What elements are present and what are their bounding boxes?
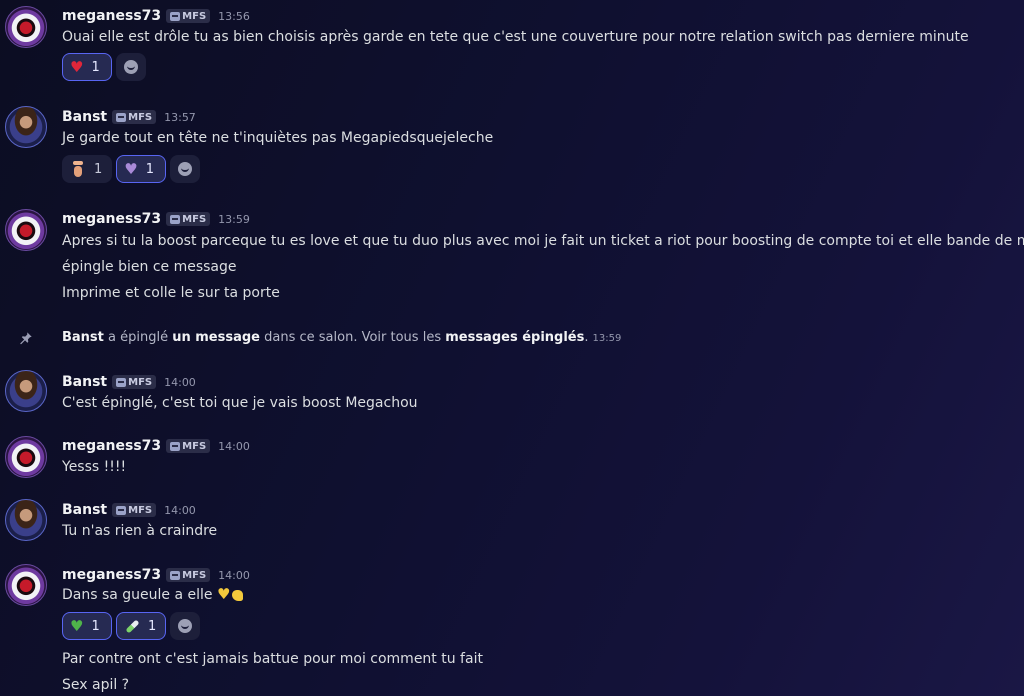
reaction-bar: ♥ 1 1 bbox=[62, 612, 201, 640]
avatar[interactable] bbox=[5, 564, 47, 606]
purple-heart-icon: ♥ bbox=[124, 159, 138, 178]
message-text: épingle bien ce message bbox=[62, 259, 237, 275]
message-text: Par contre ont c'est jamais battue pour … bbox=[62, 651, 483, 667]
avatar[interactable] bbox=[5, 436, 47, 478]
pin-actor[interactable]: Banst bbox=[62, 330, 104, 345]
message-header: meganess73 MFS 14:00 bbox=[62, 566, 250, 584]
tag-icon bbox=[170, 570, 181, 580]
message-header: meganess73 MFS 13:59 bbox=[62, 210, 250, 228]
guild-tag[interactable]: MFS bbox=[112, 503, 157, 517]
tag-icon bbox=[170, 214, 181, 224]
message-list: meganess73 MFS 13:56 Ouai elle est drôle… bbox=[0, 0, 1024, 696]
pill-icon bbox=[124, 618, 140, 634]
tag-icon bbox=[116, 505, 127, 515]
guild-tag[interactable]: MFS bbox=[166, 439, 211, 453]
tag-icon bbox=[116, 112, 127, 122]
timestamp[interactable]: 14:00 bbox=[164, 376, 196, 389]
message-header: meganess73 MFS 14:00 bbox=[62, 437, 250, 455]
yellow-heart-hands-icon: ♥ bbox=[217, 585, 231, 603]
add-reaction-button[interactable] bbox=[116, 53, 146, 81]
message-text: Yesss !!!! bbox=[62, 459, 127, 475]
avatar[interactable] bbox=[5, 370, 47, 412]
username[interactable]: meganess73 bbox=[62, 567, 161, 583]
timestamp[interactable]: 13:56 bbox=[218, 10, 250, 23]
guild-tag[interactable]: MFS bbox=[166, 568, 211, 582]
smile-icon bbox=[124, 60, 138, 74]
message-text: Tu n'as rien à craindre bbox=[62, 523, 218, 539]
guild-tag[interactable]: MFS bbox=[112, 110, 157, 124]
reaction-bar: ♥ 1 bbox=[62, 53, 146, 81]
smile-icon bbox=[178, 162, 193, 176]
system-text: Banst a épinglé un message dans ce salon… bbox=[62, 330, 622, 345]
guild-tag[interactable]: MFS bbox=[166, 9, 211, 23]
message-header: Banst MFS 14:00 bbox=[62, 373, 196, 391]
timestamp[interactable]: 13:59 bbox=[218, 213, 250, 226]
timestamp[interactable]: 14:00 bbox=[164, 504, 196, 517]
username[interactable]: meganess73 bbox=[62, 211, 161, 227]
reaction-pill[interactable]: 1 bbox=[116, 612, 167, 640]
green-heart-icon: ♥ bbox=[70, 616, 84, 635]
smile-icon bbox=[178, 619, 193, 633]
tag-icon bbox=[116, 377, 127, 387]
username[interactable]: meganess73 bbox=[62, 8, 161, 24]
flexed-biceps-icon bbox=[230, 587, 246, 603]
pinned-message-link[interactable]: un message bbox=[172, 330, 260, 345]
message-text: C'est épinglé, c'est toi que je vais boo… bbox=[62, 395, 418, 411]
message-header: Banst MFS 13:57 bbox=[62, 108, 196, 126]
foot-icon bbox=[70, 161, 86, 177]
username[interactable]: Banst bbox=[62, 502, 107, 518]
timestamp[interactable]: 13:57 bbox=[164, 111, 196, 124]
avatar[interactable] bbox=[5, 499, 47, 541]
message-text: Sex apil ? bbox=[62, 677, 130, 693]
timestamp[interactable]: 14:00 bbox=[218, 440, 250, 453]
message-text: Dans sa gueule a elle ♥ bbox=[62, 585, 246, 605]
add-reaction-button[interactable] bbox=[170, 612, 201, 640]
reaction-purple-heart[interactable]: ♥ 1 bbox=[116, 155, 167, 183]
avatar[interactable] bbox=[5, 106, 47, 148]
message-text: Je garde tout en tête ne t'inquiètes pas… bbox=[62, 130, 494, 146]
system-message-pin: Banst a épinglé un message dans ce salon… bbox=[0, 328, 1024, 348]
reaction-bar: 1 ♥ 1 bbox=[62, 155, 201, 183]
message-text: Ouai elle est drôle tu as bien choisis a… bbox=[62, 29, 969, 45]
guild-tag[interactable]: MFS bbox=[166, 212, 211, 226]
avatar[interactable] bbox=[5, 6, 47, 48]
pinned-messages-link[interactable]: messages épinglés bbox=[445, 330, 584, 345]
message-text: Imprime et colle le sur ta porte bbox=[62, 285, 280, 301]
timestamp[interactable]: 14:00 bbox=[218, 569, 250, 582]
message-header: meganess73 MFS 13:56 bbox=[62, 7, 250, 25]
red-heart-icon: ♥ bbox=[70, 57, 84, 76]
pin-icon bbox=[20, 332, 32, 345]
reaction-red-heart[interactable]: ♥ 1 bbox=[62, 53, 112, 81]
avatar[interactable] bbox=[5, 209, 47, 251]
tag-icon bbox=[170, 441, 181, 451]
reaction-green-heart[interactable]: ♥ 1 bbox=[62, 612, 112, 640]
username[interactable]: meganess73 bbox=[62, 438, 161, 454]
reaction-foot[interactable]: 1 bbox=[62, 155, 113, 183]
username[interactable]: Banst bbox=[62, 109, 107, 125]
tag-icon bbox=[170, 11, 181, 21]
timestamp[interactable]: 13:59 bbox=[593, 333, 622, 344]
guild-tag[interactable]: MFS bbox=[112, 375, 157, 389]
add-reaction-button[interactable] bbox=[170, 155, 201, 183]
message-header: Banst MFS 14:00 bbox=[62, 501, 196, 519]
message-text: Apres si tu la boost parceque tu es love… bbox=[62, 233, 1024, 249]
username[interactable]: Banst bbox=[62, 374, 107, 390]
